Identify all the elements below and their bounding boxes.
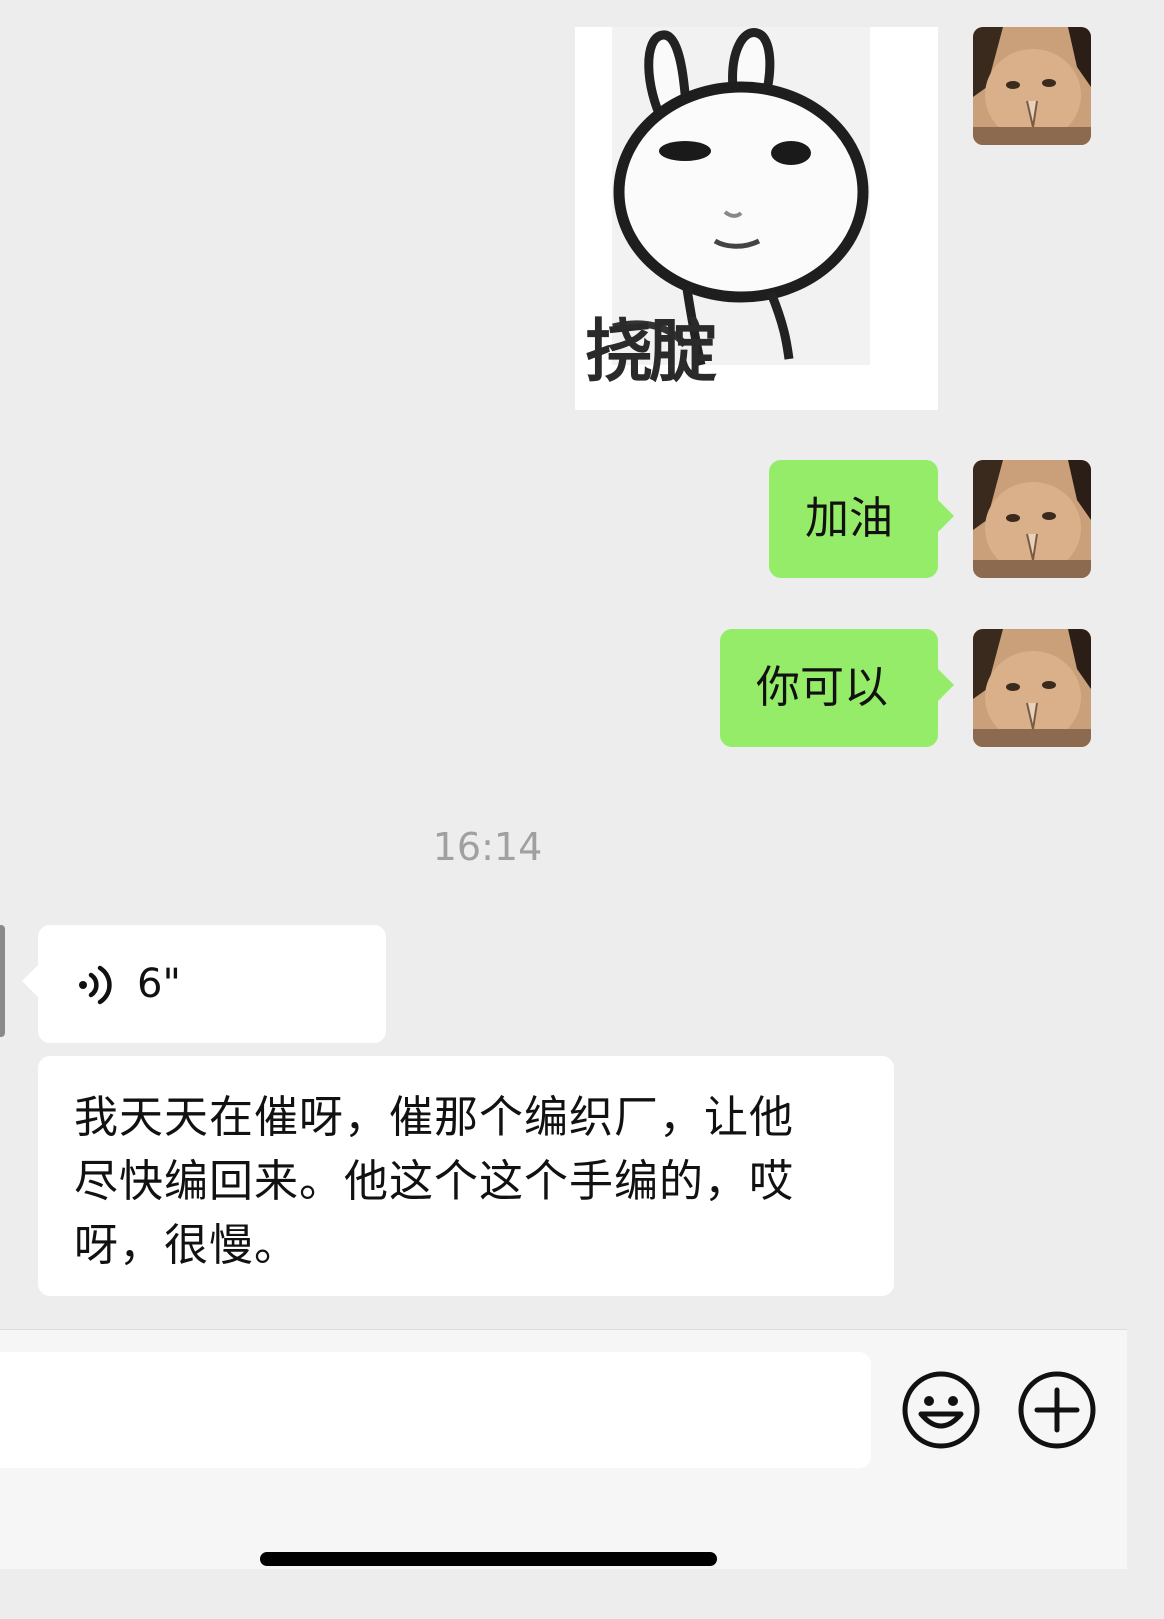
my-avatar[interactable] bbox=[973, 27, 1091, 145]
transcript-line: 我天天在催呀，催那个编织厂，让他 bbox=[74, 1092, 794, 1143]
cat-avatar-image bbox=[973, 629, 1091, 747]
cat-avatar-image bbox=[973, 460, 1091, 578]
contact-avatar[interactable] bbox=[0, 925, 5, 1037]
my-avatar[interactable] bbox=[973, 629, 1091, 747]
transcript-text: 我天天在催呀，催那个编织厂，让他 尽快编回来。他这个这个手编的，哎 呀，很慢。 bbox=[74, 1086, 874, 1278]
plus-circle-icon[interactable] bbox=[1017, 1370, 1097, 1450]
emoji-smile-icon[interactable] bbox=[901, 1370, 981, 1450]
transcript-line: 尽快编回来。他这个这个手编的，哎 bbox=[74, 1156, 794, 1207]
sticker-caption: 挠腚 bbox=[585, 313, 717, 392]
transcript-line: 呀，很慢。 bbox=[74, 1220, 299, 1271]
message-input[interactable] bbox=[0, 1352, 871, 1468]
bubble-tail bbox=[22, 965, 38, 997]
message-timestamp: 16:14 bbox=[432, 825, 543, 869]
home-indicator[interactable] bbox=[260, 1552, 717, 1566]
sent-message-bubble[interactable]: 你可以 bbox=[720, 629, 954, 747]
message-text: 加油 bbox=[805, 493, 893, 544]
bubble-tail bbox=[938, 669, 954, 701]
voice-wave-icon bbox=[79, 965, 112, 1005]
sticker-message[interactable]: 挠腚 bbox=[575, 27, 938, 410]
cat-avatar-image bbox=[973, 27, 1091, 145]
sent-message-bubble[interactable]: 加油 bbox=[769, 460, 954, 578]
voice-duration: 6" bbox=[137, 961, 181, 1007]
chat-input-bar bbox=[0, 1329, 1127, 1569]
bubble-tail bbox=[938, 500, 954, 532]
my-avatar[interactable] bbox=[973, 460, 1091, 578]
voice-message-bubble[interactable]: 6" bbox=[22, 925, 386, 1043]
message-text: 你可以 bbox=[756, 662, 888, 713]
voice-transcript-bubble[interactable]: 我天天在催呀，催那个编织厂，让他 尽快编回来。他这个这个手编的，哎 呀，很慢。 bbox=[38, 1056, 894, 1296]
